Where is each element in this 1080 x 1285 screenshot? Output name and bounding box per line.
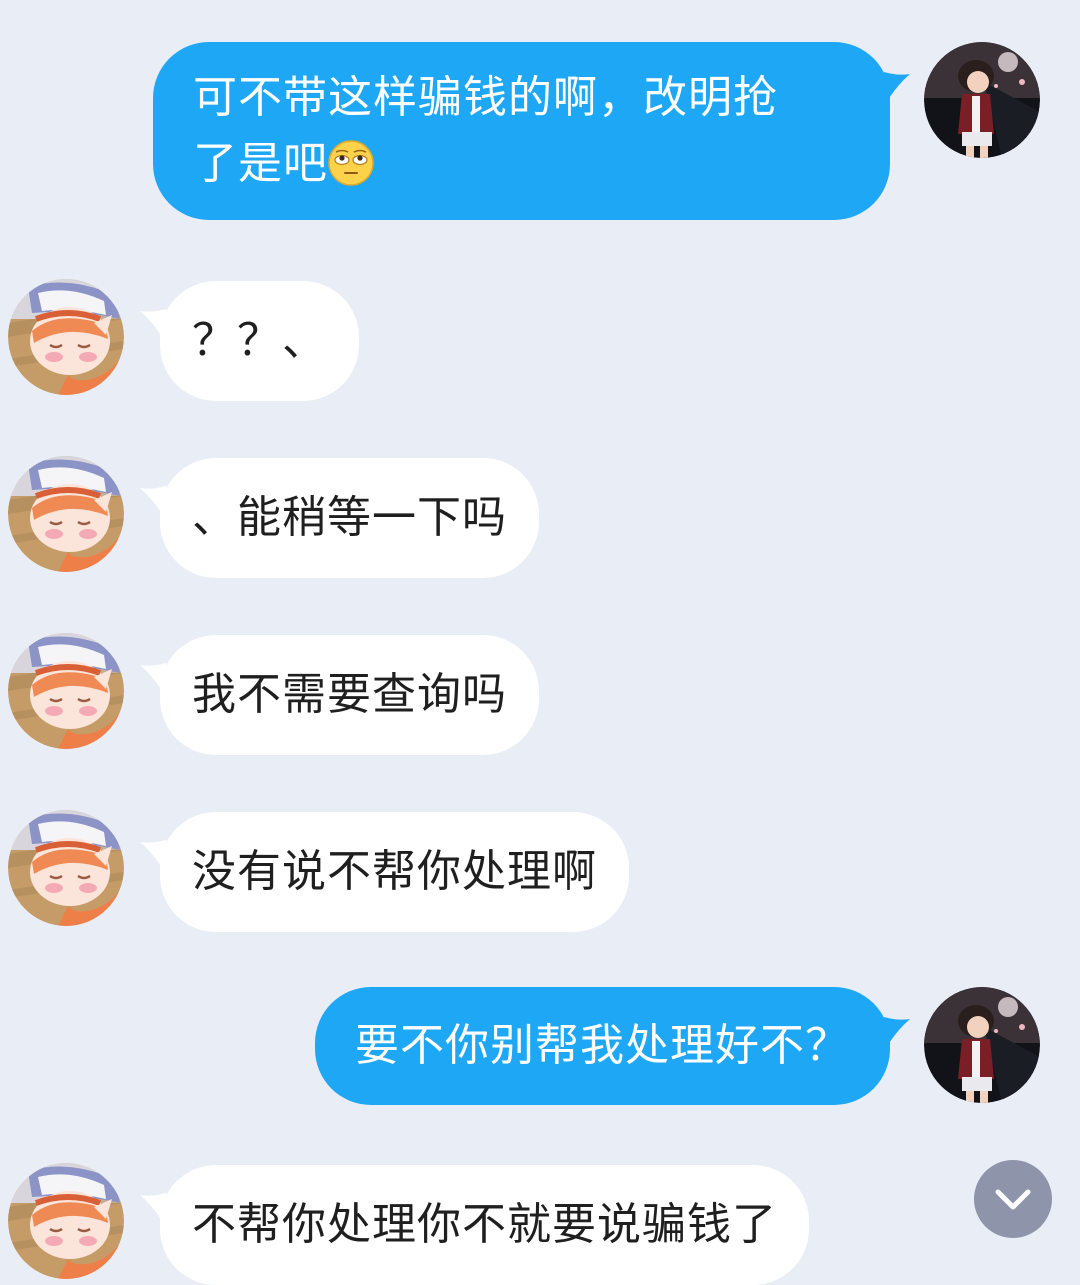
message-text: 了是吧 <box>193 138 328 189</box>
my-avatar[interactable] <box>924 987 1040 1103</box>
message-text: 要不你别帮我处理好不？ <box>355 1020 850 1071</box>
outgoing-message-bubble[interactable]: 可不带这样骗钱的啊，改明抢 了是吧 <box>153 42 890 220</box>
message-text-line: 可不带这样骗钱的啊，改明抢 <box>193 72 778 123</box>
contact-avatar[interactable] <box>8 279 124 395</box>
message-text: 我不需要查询吗 <box>192 669 507 720</box>
incoming-message-bubble[interactable]: 没有说不帮你处理啊 <box>160 812 629 932</box>
message-text-line: 了是吧 <box>193 131 850 205</box>
outgoing-message-bubble[interactable]: 要不你别帮我处理好不？ <box>315 987 890 1105</box>
incoming-message-bubble[interactable]: 我不需要查询吗 <box>160 635 539 755</box>
message-text: 没有说不帮你处理啊 <box>192 846 597 897</box>
contact-avatar[interactable] <box>8 810 124 926</box>
bubble-tail <box>884 1017 910 1051</box>
incoming-message-bubble[interactable]: ？？、 <box>160 281 359 401</box>
message-text: 、能稍等一下吗 <box>192 492 507 543</box>
incoming-message-bubble[interactable]: 不帮你处理你不就要说骗钱了 <box>160 1165 809 1285</box>
bubble-tail <box>884 72 910 106</box>
scroll-to-bottom-button[interactable] <box>974 1160 1052 1238</box>
chevron-down-icon <box>995 1189 1031 1210</box>
message-text: 不帮你处理你不就要说骗钱了 <box>192 1199 777 1250</box>
contact-avatar[interactable] <box>8 633 124 749</box>
my-avatar[interactable] <box>924 42 1040 158</box>
contact-avatar[interactable] <box>8 456 124 572</box>
contact-avatar[interactable] <box>8 1163 124 1279</box>
message-text: ？？、 <box>192 315 327 366</box>
incoming-message-bubble[interactable]: 、能稍等一下吗 <box>160 458 539 578</box>
rolling-eyes-emoji-icon <box>328 139 374 205</box>
